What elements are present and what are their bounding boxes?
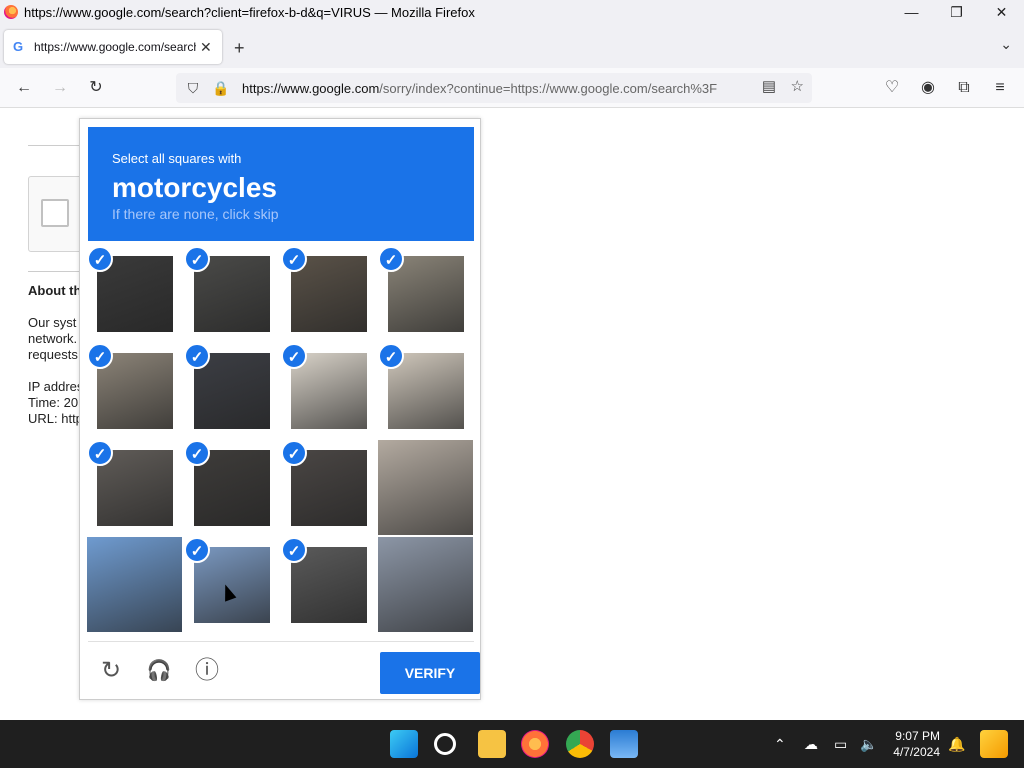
onedrive-icon[interactable]: ☁ — [804, 736, 818, 753]
reload-challenge-icon[interactable]: ↻ — [96, 656, 126, 686]
close-window-button[interactable]: ✕ — [979, 0, 1024, 24]
minimize-button[interactable]: — — [889, 0, 934, 24]
page-text-line: IP addres — [28, 379, 84, 394]
maximize-button[interactable]: ❐ — [934, 0, 979, 24]
tile-selected-check-icon: ✓ — [378, 343, 404, 369]
challenge-footer: ↻ 🎧 ⓘ VERIFY — [88, 641, 480, 694]
page-text-line: URL: http — [28, 411, 83, 426]
photos-icon[interactable] — [610, 730, 638, 758]
page-text-line: requests — [28, 347, 78, 362]
tile-selected-check-icon: ✓ — [281, 537, 307, 563]
page-text-line: network. — [28, 331, 78, 346]
back-button[interactable]: ← — [12, 76, 36, 100]
url-bar[interactable]: ⛉ 🔒 https://www.google.com/sorry/index?c… — [176, 73, 812, 103]
show-hidden-icons-chevron[interactable]: ⌃ — [774, 736, 786, 753]
window-titlebar: https://www.google.com/search?client=fir… — [0, 0, 1024, 24]
challenge-tile[interactable] — [378, 537, 473, 632]
navigation-toolbar: ← → ↻ ⛉ 🔒 https://www.google.com/sorry/i… — [0, 68, 1024, 108]
lock-icon[interactable]: 🔒 — [210, 80, 232, 97]
info-icon[interactable]: ⓘ — [192, 656, 222, 686]
tile-selected-check-icon: ✓ — [281, 246, 307, 272]
tile-selected-check-icon: ✓ — [378, 246, 404, 272]
challenge-target: motorcycles — [112, 172, 277, 203]
pocket-icon[interactable]: ♡ — [880, 76, 904, 100]
system-clock[interactable]: 9:07 PM 4/7/2024 — [888, 728, 940, 760]
tab-label: https://www.google.com/search?client=fir… — [34, 40, 196, 54]
bookmark-star-icon[interactable]: ☆ — [791, 77, 804, 95]
page-text-line: Time: 20 — [28, 395, 79, 410]
copilot-pre-icon[interactable] — [980, 730, 1008, 758]
tile-selected-check-icon: ✓ — [87, 440, 113, 466]
challenge-hint: If there are none, click skip — [112, 206, 279, 222]
google-favicon-icon: G — [12, 39, 24, 54]
menu-hamburger-icon[interactable]: ≡ — [988, 76, 1012, 100]
url-text[interactable]: https://www.google.com/sorry/index?conti… — [242, 81, 750, 96]
challenge-header: Select all squares with motorcycles If t… — [88, 127, 474, 241]
file-explorer-icon[interactable] — [478, 730, 506, 758]
chrome-icon[interactable] — [566, 730, 594, 758]
divider — [28, 271, 80, 272]
forward-button[interactable]: → — [48, 76, 72, 100]
tile-selected-check-icon: ✓ — [87, 246, 113, 272]
tab-strip: G https://www.google.com/search?client=f… — [0, 24, 1024, 68]
tile-selected-check-icon: ✓ — [184, 246, 210, 272]
clock-time: 9:07 PM — [895, 729, 940, 743]
taskbar: ⌃ ☁ ▭ 🔈 9:07 PM 4/7/2024 🔔 — [0, 720, 1024, 768]
challenge-tile[interactable] — [378, 440, 473, 535]
list-all-tabs-button[interactable]: ⌄ — [1000, 36, 1012, 53]
tile-selected-check-icon: ✓ — [87, 343, 113, 369]
window-controls: — ❐ ✕ — [889, 0, 1024, 24]
tab-google-search[interactable]: G https://www.google.com/search?client=f… — [4, 30, 222, 64]
verify-button[interactable]: VERIFY — [380, 652, 480, 694]
challenge-tile[interactable] — [87, 537, 182, 632]
notifications-bell-icon[interactable]: 🔔 — [948, 736, 965, 753]
divider — [28, 145, 80, 146]
about-heading: About th — [28, 283, 82, 298]
start-windows-icon[interactable] — [390, 730, 418, 758]
new-tab-button[interactable]: + — [234, 38, 245, 59]
shield-icon[interactable]: ⛉ — [182, 80, 204, 97]
firefox-logo-icon — [4, 5, 18, 19]
reload-button[interactable]: ↻ — [84, 76, 108, 100]
page-text-line: Our syst — [28, 315, 77, 330]
tile-selected-check-icon: ✓ — [184, 537, 210, 563]
audio-challenge-icon[interactable]: 🎧 — [144, 656, 174, 686]
tile-selected-check-icon: ✓ — [184, 440, 210, 466]
volume-icon[interactable]: 🔈 — [860, 736, 877, 753]
tile-selected-check-icon: ✓ — [281, 440, 307, 466]
clock-date: 4/7/2024 — [893, 745, 940, 759]
account-icon[interactable]: ◉ — [916, 76, 940, 100]
firefox-taskbar-icon[interactable] — [521, 730, 549, 758]
window-title: https://www.google.com/search?client=fir… — [24, 4, 475, 20]
extensions-icon[interactable]: ⧉ — [952, 76, 976, 100]
tile-selected-check-icon: ✓ — [281, 343, 307, 369]
recaptcha-checkbox[interactable] — [41, 199, 69, 227]
recaptcha-challenge-dialog: Select all squares with motorcycles If t… — [79, 118, 481, 700]
search-icon[interactable] — [434, 733, 456, 755]
tile-selected-check-icon: ✓ — [184, 343, 210, 369]
tab-close-icon[interactable]: ✕ — [200, 39, 212, 56]
challenge-instruction: Select all squares with — [112, 151, 242, 166]
reader-view-icon[interactable]: ▤ — [762, 77, 776, 95]
network-icon[interactable]: ▭ — [834, 736, 847, 753]
